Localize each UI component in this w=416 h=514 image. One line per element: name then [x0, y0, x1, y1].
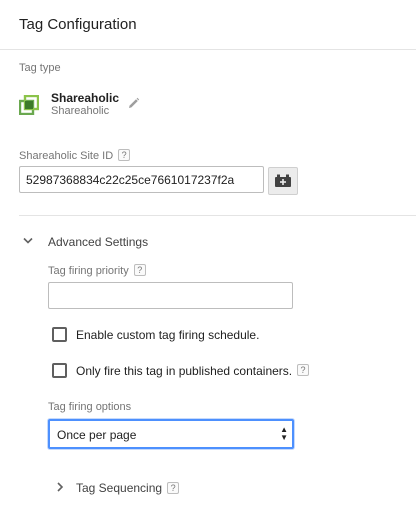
- tag-firing-priority-label: Tag firing priority?: [48, 264, 146, 277]
- site-id-label-text: Shareaholic Site ID: [19, 150, 114, 162]
- tag-firing-options-label: Tag firing options: [48, 401, 132, 413]
- divider: [19, 215, 416, 216]
- advanced-settings-label: Advanced Settings: [48, 235, 149, 249]
- help-icon[interactable]: ?: [167, 482, 180, 494]
- select-value: Once per page: [57, 428, 137, 442]
- site-id-input[interactable]: [19, 166, 264, 193]
- variable-brick-icon: [275, 174, 291, 187]
- page-title: Tag Configuration: [19, 16, 137, 33]
- tag-firing-priority-input[interactable]: [48, 282, 293, 309]
- chevron-right-icon: [57, 482, 64, 492]
- tag-type-name: Shareaholic: [51, 91, 120, 105]
- tag-firing-priority-label-text: Tag firing priority: [48, 265, 129, 277]
- tag-sequencing-label: Tag Sequencing?: [76, 481, 180, 495]
- custom-schedule-label: Enable custom tag firing schedule.: [76, 328, 260, 342]
- help-icon[interactable]: ?: [297, 364, 309, 376]
- select-arrows-icon: ▲ ▼: [280, 425, 288, 442]
- published-only-label: Only fire this tag in published containe…: [76, 364, 293, 378]
- site-id-label: Shareaholic Site ID?: [19, 149, 131, 162]
- pencil-icon[interactable]: [127, 97, 140, 110]
- insert-variable-button[interactable]: [268, 167, 298, 195]
- tag-firing-options-select[interactable]: Once per page ▲ ▼: [48, 419, 294, 449]
- help-icon[interactable]: ?: [133, 264, 146, 276]
- published-only-checkbox[interactable]: [52, 363, 67, 378]
- custom-schedule-checkbox[interactable]: [52, 327, 67, 342]
- help-icon[interactable]: ?: [118, 149, 131, 161]
- tag-type-label: Tag type: [19, 62, 61, 74]
- shareaholic-logo-icon: [18, 94, 40, 116]
- tag-sequencing-label-text: Tag Sequencing: [76, 481, 163, 495]
- tag-type-subtitle: Shareaholic: [51, 105, 110, 117]
- panel-header: Tag Configuration: [0, 0, 416, 50]
- chevron-down-icon: [23, 237, 33, 244]
